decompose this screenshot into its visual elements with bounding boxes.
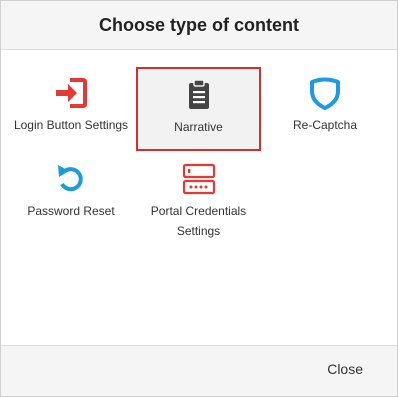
login-icon [53,75,89,111]
tile-label: Re-Captcha [292,118,358,132]
content-type-portal-credentials-settings[interactable]: Portal Credentials Settings [136,161,261,247]
credentials-icon [181,161,217,197]
tile-label: Portal Credentials Settings [150,204,247,238]
close-button[interactable]: Close [327,361,363,377]
tile-label: Login Button Settings [13,118,129,132]
tile-label: Narrative [174,120,223,134]
shield-icon [307,75,343,111]
dialog-footer: Close [1,345,397,396]
dialog-header: Choose type of content [1,1,397,50]
content-type-re-captcha[interactable]: Re-Captcha [263,75,387,151]
tile-label: Password Reset [27,204,115,218]
content-type-narrative[interactable]: Narrative [136,67,261,151]
clipboard-icon [181,77,217,113]
reset-arrow-icon [53,161,89,197]
content-type-password-reset[interactable]: Password Reset [9,161,133,237]
content-type-login-button-settings[interactable]: Login Button Settings [9,75,133,151]
dialog-title: Choose type of content [98,14,299,35]
choose-content-dialog: Choose type of content Login Button Sett… [0,0,398,397]
